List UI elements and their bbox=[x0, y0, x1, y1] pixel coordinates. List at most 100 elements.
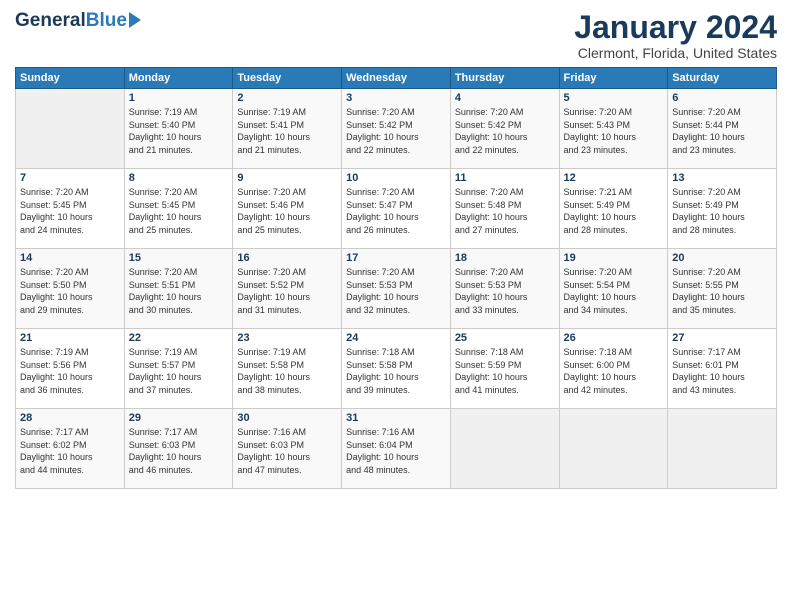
day-cell: 28 Sunrise: 7:17 AM Sunset: 6:02 PM Dayli… bbox=[16, 409, 125, 489]
day-cell: 5 Sunrise: 7:20 AM Sunset: 5:43 PM Daylig… bbox=[559, 89, 668, 169]
day-cell: 21 Sunrise: 7:19 AM Sunset: 5:56 PM Dayli… bbox=[16, 329, 125, 409]
day-cell: 24 Sunrise: 7:18 AM Sunset: 5:58 PM Dayli… bbox=[342, 329, 451, 409]
day-info: Sunrise: 7:19 AM Sunset: 5:58 PM Dayligh… bbox=[237, 346, 337, 396]
day-info: Sunrise: 7:17 AM Sunset: 6:02 PM Dayligh… bbox=[20, 426, 120, 476]
day-cell bbox=[16, 89, 125, 169]
day-info: Sunrise: 7:20 AM Sunset: 5:46 PM Dayligh… bbox=[237, 186, 337, 236]
day-cell bbox=[668, 409, 777, 489]
day-cell: 22 Sunrise: 7:19 AM Sunset: 5:57 PM Dayli… bbox=[124, 329, 233, 409]
logo-general: General bbox=[15, 10, 86, 31]
day-number: 7 bbox=[20, 172, 120, 184]
logo: GeneralBlue bbox=[15, 10, 141, 32]
calendar-table: SundayMondayTuesdayWednesdayThursdayFrid… bbox=[15, 67, 777, 489]
day-cell: 10Sunrise: 7:20 AM Sunset: 5:47 PM Dayli… bbox=[342, 169, 451, 249]
week-row-2: 7 Sunrise: 7:20 AM Sunset: 5:45 PM Daylig… bbox=[16, 169, 777, 249]
day-info: Sunrise: 7:20 AM Sunset: 5:43 PM Dayligh… bbox=[564, 106, 664, 156]
day-number: 16 bbox=[237, 252, 337, 264]
day-info: Sunrise: 7:19 AM Sunset: 5:41 PM Dayligh… bbox=[237, 106, 337, 156]
day-cell: 30 Sunrise: 7:16 AM Sunset: 6:03 PM Dayli… bbox=[233, 409, 342, 489]
day-cell: 4Sunrise: 7:20 AM Sunset: 5:42 PM Daylig… bbox=[450, 89, 559, 169]
day-number: 5 bbox=[564, 92, 664, 104]
day-number: 1 bbox=[129, 92, 229, 104]
header: GeneralBlue January 2024 Clermont, Flori… bbox=[15, 10, 777, 61]
day-info: Sunrise: 7:18 AM Sunset: 6:00 PM Dayligh… bbox=[564, 346, 664, 396]
day-number: 26 bbox=[564, 332, 664, 344]
day-cell: 13Sunrise: 7:20 AM Sunset: 5:49 PM Dayli… bbox=[668, 169, 777, 249]
day-number: 21 bbox=[20, 332, 120, 344]
day-info: Sunrise: 7:20 AM Sunset: 5:51 PM Dayligh… bbox=[129, 266, 229, 316]
day-number: 22 bbox=[129, 332, 229, 344]
week-row-3: 14 Sunrise: 7:20 AM Sunset: 5:50 PM Dayli… bbox=[16, 249, 777, 329]
day-cell: 27 Sunrise: 7:17 AM Sunset: 6:01 PM Dayli… bbox=[668, 329, 777, 409]
day-info: Sunrise: 7:20 AM Sunset: 5:55 PM Dayligh… bbox=[672, 266, 772, 316]
day-number: 9 bbox=[237, 172, 337, 184]
weekday-header-monday: Monday bbox=[124, 68, 233, 89]
day-number: 19 bbox=[564, 252, 664, 264]
day-cell bbox=[559, 409, 668, 489]
day-cell: 9 Sunrise: 7:20 AM Sunset: 5:46 PM Daylig… bbox=[233, 169, 342, 249]
day-info: Sunrise: 7:20 AM Sunset: 5:45 PM Dayligh… bbox=[129, 186, 229, 236]
day-info: Sunrise: 7:20 AM Sunset: 5:53 PM Dayligh… bbox=[346, 266, 446, 316]
day-info: Sunrise: 7:20 AM Sunset: 5:47 PM Dayligh… bbox=[346, 186, 446, 236]
day-number: 25 bbox=[455, 332, 555, 344]
day-info: Sunrise: 7:16 AM Sunset: 6:03 PM Dayligh… bbox=[237, 426, 337, 476]
week-row-5: 28 Sunrise: 7:17 AM Sunset: 6:02 PM Dayli… bbox=[16, 409, 777, 489]
weekday-header-tuesday: Tuesday bbox=[233, 68, 342, 89]
day-info: Sunrise: 7:19 AM Sunset: 5:57 PM Dayligh… bbox=[129, 346, 229, 396]
day-info: Sunrise: 7:19 AM Sunset: 5:40 PM Dayligh… bbox=[129, 106, 229, 156]
day-cell: 14 Sunrise: 7:20 AM Sunset: 5:50 PM Dayli… bbox=[16, 249, 125, 329]
day-info: Sunrise: 7:20 AM Sunset: 5:54 PM Dayligh… bbox=[564, 266, 664, 316]
day-cell bbox=[450, 409, 559, 489]
day-number: 28 bbox=[20, 412, 120, 424]
day-info: Sunrise: 7:20 AM Sunset: 5:50 PM Dayligh… bbox=[20, 266, 120, 316]
day-info: Sunrise: 7:20 AM Sunset: 5:49 PM Dayligh… bbox=[672, 186, 772, 236]
weekday-header-sunday: Sunday bbox=[16, 68, 125, 89]
logo-arrow-icon bbox=[129, 12, 141, 28]
week-row-1: 1 Sunrise: 7:19 AM Sunset: 5:40 PM Daylig… bbox=[16, 89, 777, 169]
day-number: 30 bbox=[237, 412, 337, 424]
day-cell: 7 Sunrise: 7:20 AM Sunset: 5:45 PM Daylig… bbox=[16, 169, 125, 249]
day-info: Sunrise: 7:17 AM Sunset: 6:01 PM Dayligh… bbox=[672, 346, 772, 396]
weekday-header-friday: Friday bbox=[559, 68, 668, 89]
day-cell: 17 Sunrise: 7:20 AM Sunset: 5:53 PM Dayli… bbox=[342, 249, 451, 329]
day-cell: 3 Sunrise: 7:20 AM Sunset: 5:42 PM Daylig… bbox=[342, 89, 451, 169]
page: GeneralBlue January 2024 Clermont, Flori… bbox=[0, 0, 792, 612]
day-cell: 6Sunrise: 7:20 AM Sunset: 5:44 PM Daylig… bbox=[668, 89, 777, 169]
weekday-header-thursday: Thursday bbox=[450, 68, 559, 89]
day-info: Sunrise: 7:16 AM Sunset: 6:04 PM Dayligh… bbox=[346, 426, 446, 476]
day-number: 18 bbox=[455, 252, 555, 264]
day-info: Sunrise: 7:18 AM Sunset: 5:58 PM Dayligh… bbox=[346, 346, 446, 396]
day-info: Sunrise: 7:20 AM Sunset: 5:52 PM Dayligh… bbox=[237, 266, 337, 316]
day-info: Sunrise: 7:17 AM Sunset: 6:03 PM Dayligh… bbox=[129, 426, 229, 476]
day-number: 24 bbox=[346, 332, 446, 344]
day-info: Sunrise: 7:20 AM Sunset: 5:44 PM Dayligh… bbox=[672, 106, 772, 156]
day-cell: 8Sunrise: 7:20 AM Sunset: 5:45 PM Daylig… bbox=[124, 169, 233, 249]
calendar-title: January 2024 bbox=[574, 10, 777, 45]
day-info: Sunrise: 7:20 AM Sunset: 5:45 PM Dayligh… bbox=[20, 186, 120, 236]
day-number: 2 bbox=[237, 92, 337, 104]
title-block: January 2024 Clermont, Florida, United S… bbox=[574, 10, 777, 61]
day-cell: 1 Sunrise: 7:19 AM Sunset: 5:40 PM Daylig… bbox=[124, 89, 233, 169]
day-cell: 23Sunrise: 7:19 AM Sunset: 5:58 PM Dayli… bbox=[233, 329, 342, 409]
day-number: 17 bbox=[346, 252, 446, 264]
day-number: 27 bbox=[672, 332, 772, 344]
day-number: 20 bbox=[672, 252, 772, 264]
day-cell: 26 Sunrise: 7:18 AM Sunset: 6:00 PM Dayli… bbox=[559, 329, 668, 409]
week-row-4: 21 Sunrise: 7:19 AM Sunset: 5:56 PM Dayli… bbox=[16, 329, 777, 409]
day-cell: 11Sunrise: 7:20 AM Sunset: 5:48 PM Dayli… bbox=[450, 169, 559, 249]
day-number: 12 bbox=[564, 172, 664, 184]
day-number: 14 bbox=[20, 252, 120, 264]
day-info: Sunrise: 7:21 AM Sunset: 5:49 PM Dayligh… bbox=[564, 186, 664, 236]
weekday-header-saturday: Saturday bbox=[668, 68, 777, 89]
day-cell: 31 Sunrise: 7:16 AM Sunset: 6:04 PM Dayli… bbox=[342, 409, 451, 489]
day-info: Sunrise: 7:19 AM Sunset: 5:56 PM Dayligh… bbox=[20, 346, 120, 396]
day-cell: 19 Sunrise: 7:20 AM Sunset: 5:54 PM Dayli… bbox=[559, 249, 668, 329]
day-cell: 2 Sunrise: 7:19 AM Sunset: 5:41 PM Daylig… bbox=[233, 89, 342, 169]
weekday-header-wednesday: Wednesday bbox=[342, 68, 451, 89]
day-info: Sunrise: 7:20 AM Sunset: 5:42 PM Dayligh… bbox=[346, 106, 446, 156]
day-info: Sunrise: 7:20 AM Sunset: 5:53 PM Dayligh… bbox=[455, 266, 555, 316]
weekday-header-row: SundayMondayTuesdayWednesdayThursdayFrid… bbox=[16, 68, 777, 89]
day-cell: 15Sunrise: 7:20 AM Sunset: 5:51 PM Dayli… bbox=[124, 249, 233, 329]
day-number: 31 bbox=[346, 412, 446, 424]
day-number: 3 bbox=[346, 92, 446, 104]
